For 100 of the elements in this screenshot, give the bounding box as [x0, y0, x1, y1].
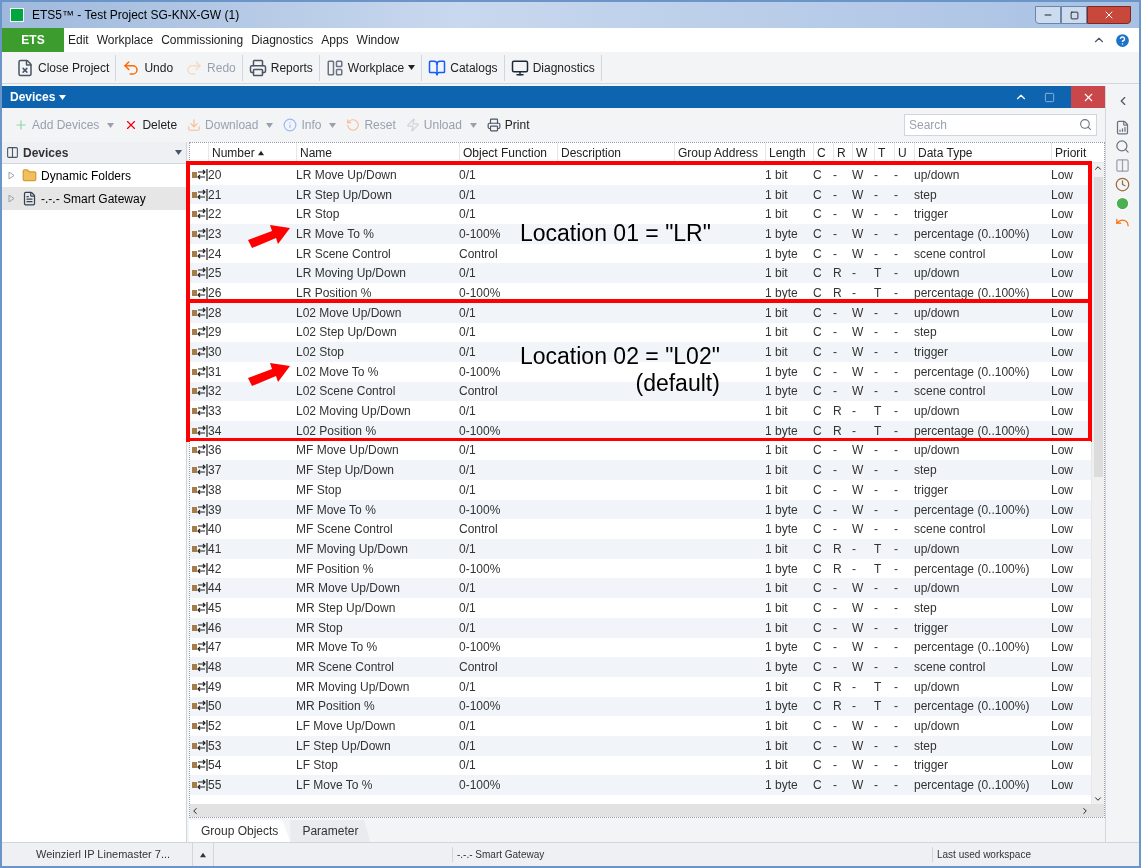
- table-cell: L02 Move Up/Down: [296, 305, 402, 320]
- toolbar-button[interactable]: Diagnostics: [504, 53, 601, 82]
- table-cell: 25: [208, 266, 222, 281]
- panel-title[interactable]: Devices: [10, 88, 67, 106]
- vertical-scrollbar[interactable]: [1091, 163, 1104, 804]
- table-cell: step: [914, 463, 937, 478]
- column-header[interactable]: C: [813, 143, 833, 162]
- scroll-left-icon[interactable]: [190, 805, 200, 816]
- column-header[interactable]: Data Type: [914, 143, 1051, 162]
- group-object-icon: [192, 325, 208, 340]
- table-cell: C: [813, 285, 822, 300]
- column-header[interactable]: Name: [296, 143, 459, 162]
- column-header[interactable]: Number: [208, 143, 296, 162]
- table-cell: C: [813, 660, 822, 675]
- menu-item[interactable]: Edit: [64, 31, 93, 49]
- table-cell: MR Step Up/Down: [296, 600, 396, 615]
- table-cell: -: [874, 325, 878, 340]
- table-cell: LF Move To %: [296, 778, 373, 793]
- table-cell: -: [894, 522, 898, 537]
- help-icon[interactable]: [1114, 31, 1131, 49]
- column-header[interactable]: W: [852, 143, 874, 162]
- column-header[interactable]: Priorit: [1051, 143, 1091, 162]
- sort-icon[interactable]: [257, 149, 264, 156]
- toolbar-button[interactable]: Close Project: [10, 53, 116, 82]
- table-cell: -: [874, 187, 878, 202]
- table-cell: 0/1: [459, 463, 476, 478]
- panel-icon[interactable]: [1115, 158, 1130, 173]
- table-cell: MR Moving Up/Down: [296, 679, 410, 694]
- table-cell: C: [813, 364, 822, 379]
- table-cell: 0-100%: [459, 285, 501, 300]
- table-cell: -: [833, 167, 837, 182]
- table-cell: W: [852, 364, 864, 379]
- menu-item[interactable]: Commissioning: [157, 31, 248, 49]
- column-header[interactable]: Length: [765, 143, 813, 162]
- table-cell: MF Move To %: [296, 502, 376, 517]
- table-cell: LR Step Up/Down: [296, 187, 393, 202]
- search-icon[interactable]: [1115, 139, 1130, 154]
- toolbar-button[interactable]: Undo: [116, 53, 180, 82]
- menu-item[interactable]: Workplace: [92, 31, 158, 49]
- table-cell: -: [894, 679, 898, 694]
- table-cell: C: [813, 541, 822, 556]
- table-cell: -: [852, 285, 856, 300]
- table-cell: 1 bit: [765, 325, 788, 340]
- panel-close-button[interactable]: [1071, 86, 1105, 108]
- maximize-button[interactable]: [1061, 6, 1087, 24]
- caret-icon[interactable]: [200, 851, 206, 858]
- minimize-button[interactable]: [1035, 6, 1061, 24]
- menu-item[interactable]: Window: [352, 31, 404, 49]
- caret-icon[interactable]: [175, 149, 182, 156]
- group-object-icon: [192, 778, 208, 793]
- app-tab[interactable]: ETS: [2, 28, 64, 52]
- horizontal-scrollbar[interactable]: [190, 804, 1104, 817]
- table-cell: 40: [208, 522, 222, 537]
- table-cell: 0/1: [459, 207, 476, 222]
- folder-icon: [22, 168, 37, 183]
- scroll-up-icon[interactable]: [1093, 163, 1103, 173]
- table-cell: C: [813, 620, 822, 635]
- menu-item[interactable]: Diagnostics: [247, 31, 318, 49]
- column-header[interactable]: Group Address: [674, 143, 765, 162]
- column-header[interactable]: Description: [557, 143, 674, 162]
- table-cell: -: [874, 600, 878, 615]
- report-icon[interactable]: [1115, 120, 1130, 135]
- table-cell: Low: [1051, 758, 1073, 773]
- table-cell: -: [874, 345, 878, 360]
- tab[interactable]: Group Objects: [189, 820, 291, 842]
- tab[interactable]: Parameter: [290, 820, 371, 842]
- column-header[interactable]: Object Function: [459, 143, 557, 162]
- table-cell: 1 bit: [765, 679, 788, 694]
- action-button[interactable]: Delete: [120, 116, 182, 134]
- column-header[interactable]: U: [894, 143, 914, 162]
- table-cell: Low: [1051, 423, 1073, 438]
- table-cell: -: [894, 345, 898, 360]
- table-cell: 37: [208, 463, 222, 478]
- caret-icon[interactable]: [59, 93, 67, 101]
- column-header[interactable]: R: [833, 143, 852, 162]
- sidebar-title: Devices: [23, 144, 69, 162]
- scroll-down-icon[interactable]: [1093, 794, 1103, 804]
- action-button[interactable]: Print: [482, 116, 534, 134]
- table-cell: 1 bit: [765, 600, 788, 615]
- menu-item[interactable]: Apps: [317, 31, 353, 49]
- column-header[interactable]: T: [874, 143, 894, 162]
- restore-icon[interactable]: [1044, 91, 1055, 103]
- tree-item[interactable]: Dynamic Folders: [2, 164, 186, 187]
- table-cell: C: [813, 778, 822, 793]
- table-cell: T: [874, 699, 882, 714]
- scroll-right-icon[interactable]: [1080, 805, 1090, 816]
- table-cell: 44: [208, 581, 222, 596]
- toolbar-button[interactable]: Reports: [242, 53, 319, 82]
- expander-icon[interactable]: [8, 172, 15, 179]
- clock-icon[interactable]: [1115, 177, 1130, 192]
- close-button[interactable]: [1087, 6, 1131, 24]
- table-cell: Low: [1051, 305, 1073, 320]
- caret-icon[interactable]: [408, 64, 416, 71]
- table-cell: -: [894, 561, 898, 576]
- search-field[interactable]: Search: [904, 114, 1097, 136]
- toolbar-button[interactable]: Catalogs: [422, 53, 504, 82]
- table-cell: 0/1: [459, 758, 476, 773]
- tree-item[interactable]: -.-.- Smart Gateway: [2, 187, 186, 210]
- table-cell: Low: [1051, 246, 1073, 261]
- toolbar-button[interactable]: Workplace: [319, 53, 422, 82]
